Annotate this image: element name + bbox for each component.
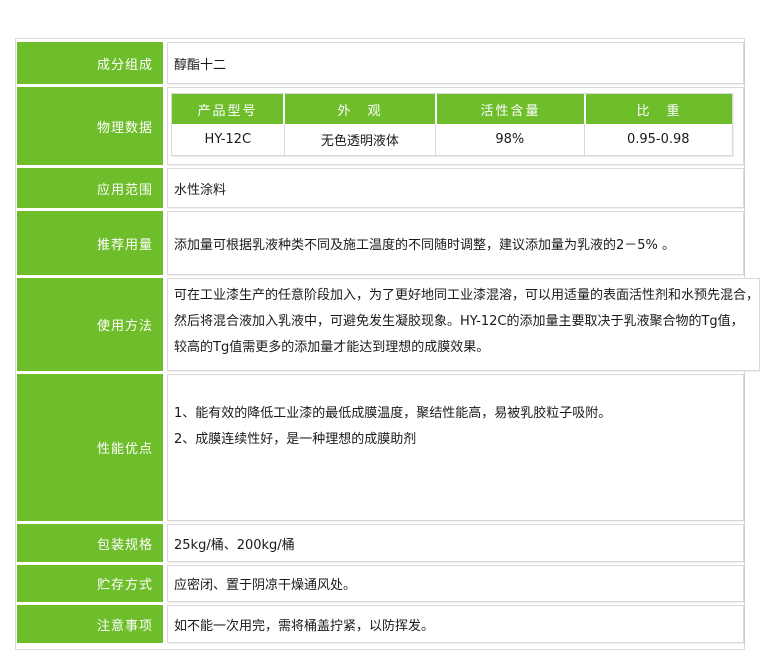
cell-appearance: 无色透明液体 [285,124,436,155]
row-label-usage-method: 使用方法 [17,278,163,371]
cell-specific-gravity: 0.95-0.98 [585,124,732,155]
col-header-product-model: 产品型号 [172,94,285,124]
product-datasheet-page: 成分组成 醇酯十二 物理数据 产品型号 外 观 活性含量 比 重 HY-12C … [0,0,760,669]
col-header-active-content: 活性含量 [437,94,586,124]
row-value-storage-method: 应密闭、置于阴凉干燥通风处。 [167,565,744,602]
row-label-composition: 成分组成 [17,42,163,84]
advantage-line: 2、成膜连续性好，是一种理想的成膜助剂 [174,427,416,453]
row-recommended-dosage: 推荐用量 添加量可根据乳液种类不同及施工温度的不同随时调整，建议添加量为乳液的2… [16,211,744,275]
row-value-composition: 醇酯十二 [167,42,744,84]
usage-line: 可在工业漆生产的任意阶段加入，为了更好地同工业漆混溶，可以用适量的表面活性剂和水… [174,283,759,309]
row-label-precautions: 注意事项 [17,605,163,643]
row-physical-data: 物理数据 产品型号 外 观 活性含量 比 重 HY-12C 无色透明液体 98%… [16,87,744,165]
row-performance-advantages: 性能优点 1、能有效的降低工业漆的最低成膜温度，聚结性能高，易被乳胶粒子吸附。 … [16,374,744,521]
row-label-application: 应用范围 [17,168,163,208]
row-label-recommended-dosage: 推荐用量 [17,211,163,275]
row-usage-method: 使用方法 可在工业漆生产的任意阶段加入，为了更好地同工业漆混溶，可以用适量的表面… [16,278,744,371]
col-header-appearance: 外 观 [285,94,437,124]
cell-active-content: 98% [436,124,584,155]
row-precautions: 注意事项 如不能一次用完，需将桶盖拧紧，以防挥发。 [16,605,744,643]
row-label-physical-data: 物理数据 [17,87,163,165]
physical-data-value-row: HY-12C 无色透明液体 98% 0.95-0.98 [172,124,732,155]
row-label-storage-method: 贮存方式 [17,565,163,602]
row-value-recommended-dosage: 添加量可根据乳液种类不同及施工温度的不同随时调整，建议添加量为乳液的2－5% 。 [167,211,744,275]
row-value-performance-advantages: 1、能有效的降低工业漆的最低成膜温度，聚结性能高，易被乳胶粒子吸附。 2、成膜连… [167,374,744,521]
row-composition: 成分组成 醇酯十二 [16,42,744,84]
row-label-performance-advantages: 性能优点 [17,374,163,521]
row-value-precautions: 如不能一次用完，需将桶盖拧紧，以防挥发。 [167,605,744,643]
advantage-line: 1、能有效的降低工业漆的最低成膜温度，聚结性能高，易被乳胶粒子吸附。 [174,401,611,427]
usage-line: 较高的Tg值需更多的添加量才能达到理想的成膜效果。 [174,335,489,361]
product-spec-table: 成分组成 醇酯十二 物理数据 产品型号 外 观 活性含量 比 重 HY-12C … [15,38,745,650]
row-storage-method: 贮存方式 应密闭、置于阴凉干燥通风处。 [16,565,744,602]
row-value-packaging-spec: 25kg/桶、200kg/桶 [167,524,744,562]
row-value-physical-data: 产品型号 外 观 活性含量 比 重 HY-12C 无色透明液体 98% 0.95… [167,87,744,165]
physical-data-header-row: 产品型号 外 观 活性含量 比 重 [172,94,732,124]
row-value-usage-method: 可在工业漆生产的任意阶段加入，为了更好地同工业漆混溶，可以用适量的表面活性剂和水… [167,278,760,371]
row-value-application: 水性涂料 [167,168,744,208]
cell-product-model: HY-12C [172,124,285,155]
col-header-specific-gravity: 比 重 [586,94,732,124]
row-application: 应用范围 水性涂料 [16,168,744,208]
physical-data-table: 产品型号 外 观 活性含量 比 重 HY-12C 无色透明液体 98% 0.95… [171,93,733,156]
row-label-packaging-spec: 包装规格 [17,524,163,562]
row-packaging-spec: 包装规格 25kg/桶、200kg/桶 [16,524,744,562]
usage-line: 然后将混合液加入乳液中，可避免发生凝胶现象。HY-12C的添加量主要取决于乳液聚… [174,309,744,335]
